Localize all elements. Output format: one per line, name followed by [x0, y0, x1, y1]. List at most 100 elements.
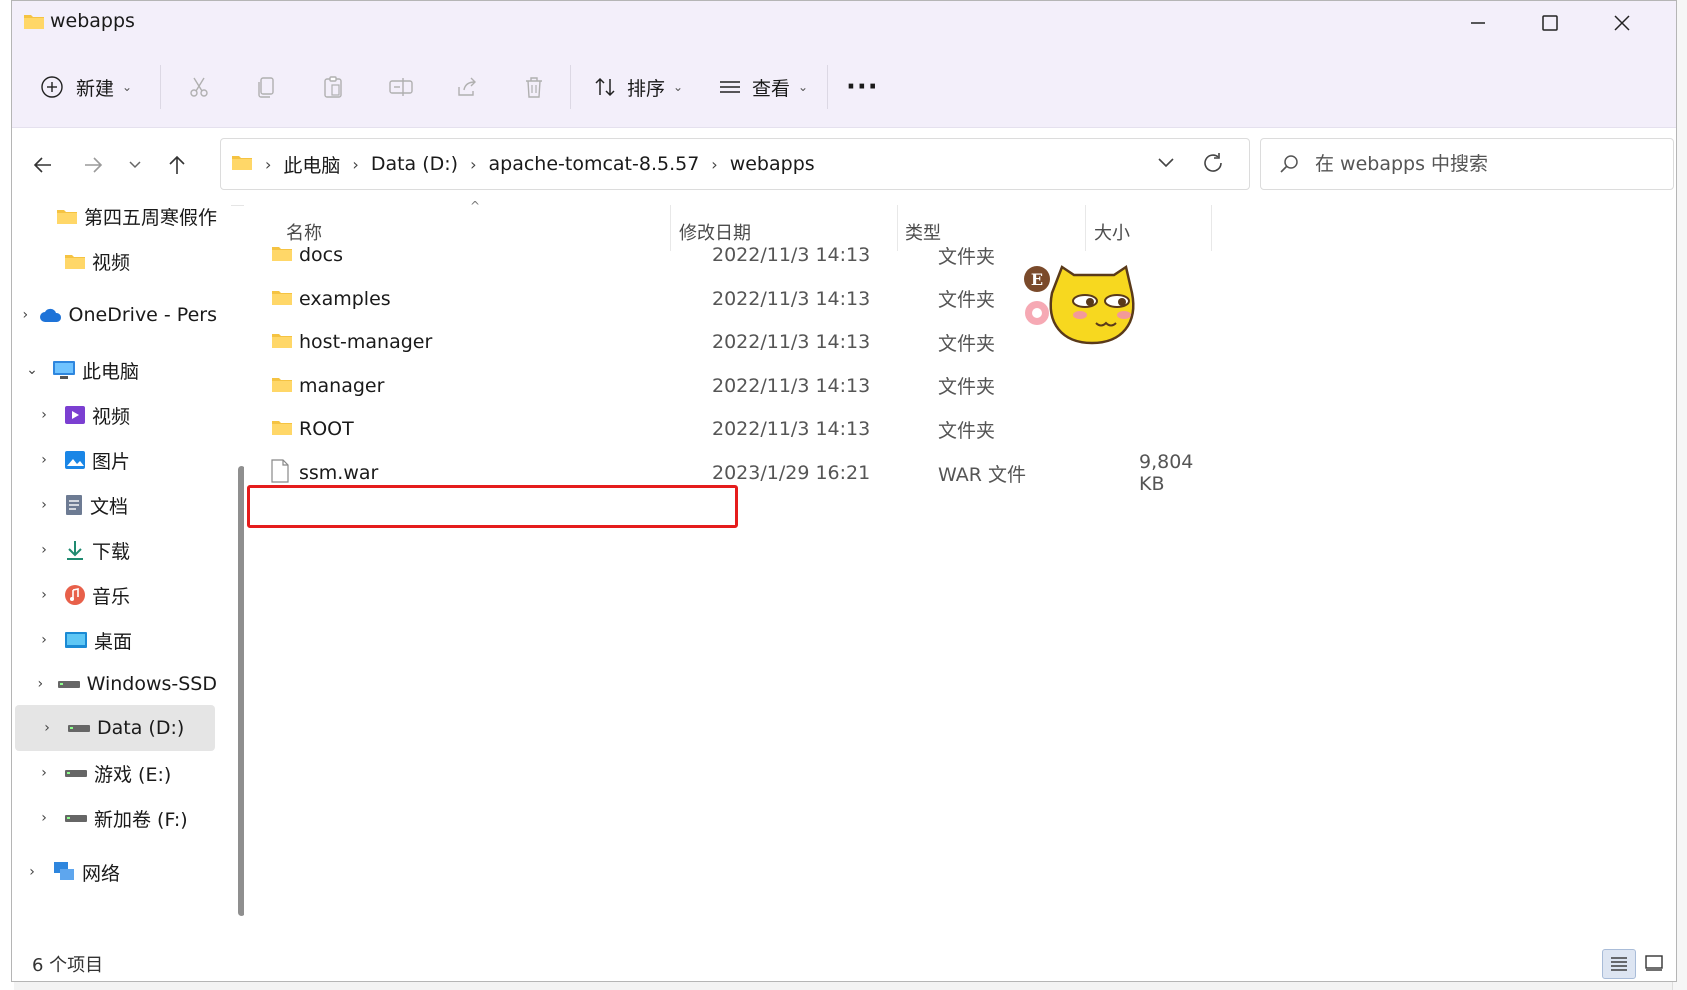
- delete-button[interactable]: [522, 67, 546, 107]
- sidebar-item[interactable]: › 视频: [12, 392, 217, 438]
- file-name: examples: [299, 287, 391, 310]
- chevron-right-icon[interactable]: ›: [34, 452, 54, 468]
- chevron-right-icon[interactable]: ›: [22, 864, 42, 880]
- more-options-button[interactable]: ···: [846, 67, 879, 107]
- sidebar-item[interactable]: › OneDrive - Pers: [12, 292, 217, 338]
- breadcrumb-tomcat[interactable]: apache-tomcat-8.5.57: [489, 153, 700, 175]
- file-row[interactable]: host-manager 2022/11/3 14:13 文件夹: [259, 320, 1429, 364]
- close-button[interactable]: [1592, 3, 1652, 43]
- list-view-icon: [1611, 957, 1627, 971]
- file-size: [1139, 407, 1219, 451]
- paste-button[interactable]: [321, 67, 345, 107]
- rename-button[interactable]: [388, 67, 414, 107]
- cut-button[interactable]: [187, 67, 211, 107]
- minimize-button[interactable]: [1448, 3, 1508, 43]
- refresh-button[interactable]: [1201, 151, 1225, 180]
- chevron-down-icon: ⌄: [673, 80, 684, 94]
- chevron-down-icon[interactable]: ⌄: [22, 362, 42, 378]
- pictures-icon: [64, 450, 86, 470]
- chevron-down-icon: ⌄: [798, 80, 809, 94]
- address-bar[interactable]: › 此电脑 › Data (D:) › apache-tomcat-8.5.57…: [220, 138, 1250, 190]
- sidebar-item-label: 第四五周寒假作: [83, 206, 217, 229]
- sort-button[interactable]: 排序 ⌄: [593, 67, 683, 107]
- new-button[interactable]: 新建 ⌄: [40, 67, 132, 107]
- address-history-button[interactable]: [1156, 153, 1176, 178]
- chevron-right-icon[interactable]: ›: [34, 810, 54, 826]
- sidebar-item[interactable]: › Windows-SSD: [12, 661, 217, 707]
- cat-emoji-sticker: E: [1022, 253, 1162, 358]
- file-row[interactable]: docs 2022/11/3 14:13 文件夹: [259, 233, 1429, 277]
- rename-icon: [389, 78, 413, 96]
- file-date: 2023/1/29 16:21: [712, 462, 871, 484]
- folder-icon: [64, 252, 86, 270]
- chevron-right-icon[interactable]: ›: [22, 307, 29, 323]
- maximize-button[interactable]: [1520, 3, 1580, 43]
- status-bar: 6 个项目: [12, 945, 1676, 981]
- chevron-right-icon: ›: [470, 154, 477, 174]
- sidebar-item-label: 下载: [92, 540, 131, 563]
- forward-button[interactable]: [78, 150, 108, 180]
- sidebar-item[interactable]: › 下载: [12, 527, 217, 573]
- sidebar-item-label: 此电脑: [82, 360, 140, 383]
- sidebar-item[interactable]: 第四五周寒假作: [12, 205, 217, 239]
- file-row[interactable]: ssm.war 2023/1/29 16:21 WAR 文件 9,804 KB: [259, 451, 1429, 495]
- chevron-right-icon[interactable]: ›: [34, 676, 47, 692]
- folder-icon: [271, 375, 293, 398]
- tiles-view-icon: [1645, 955, 1663, 971]
- window-title: webapps: [50, 10, 135, 32]
- sidebar-item[interactable]: › 桌面: [12, 617, 217, 663]
- file-type: 文件夹: [938, 245, 996, 268]
- file-date: 2022/11/3 14:13: [712, 287, 871, 310]
- chevron-right-icon[interactable]: ›: [34, 407, 54, 423]
- recent-locations-button[interactable]: [120, 150, 150, 180]
- sidebar-item[interactable]: › 音乐: [12, 572, 217, 618]
- view-button[interactable]: 查看 ⌄: [718, 67, 808, 107]
- sidebar-item[interactable]: 视频: [12, 238, 217, 284]
- breadcrumb-this-pc[interactable]: 此电脑: [283, 151, 340, 178]
- plus-circle-icon: [41, 76, 63, 98]
- search-box[interactable]: [1260, 138, 1674, 190]
- view-label: 查看: [752, 77, 791, 100]
- drive-icon: [67, 721, 91, 735]
- sort-icon: [595, 77, 615, 97]
- folder-icon: [271, 331, 293, 354]
- video-icon: [64, 405, 86, 425]
- sticker-badge-letter: E: [1031, 270, 1043, 289]
- share-icon: [458, 77, 476, 96]
- chevron-right-icon[interactable]: ›: [34, 542, 54, 558]
- music-icon: [64, 584, 86, 606]
- chevron-right-icon[interactable]: ›: [34, 497, 54, 513]
- back-button[interactable]: [28, 150, 58, 180]
- sidebar-item-label: 图片: [92, 450, 131, 473]
- sidebar-item[interactable]: › 新加卷 (F:): [12, 795, 217, 841]
- drive-icon: [64, 811, 88, 825]
- breadcrumb-data-drive[interactable]: Data (D:): [371, 153, 458, 175]
- chevron-right-icon[interactable]: ›: [34, 587, 54, 603]
- file-row[interactable]: manager 2022/11/3 14:13 文件夹: [259, 364, 1429, 408]
- file-date: 2022/11/3 14:13: [712, 331, 871, 354]
- sidebar-item[interactable]: › 网络: [12, 849, 217, 895]
- command-bar: 新建 ⌄ 排序 ⌄ 查看 ⌄ ···: [12, 47, 1676, 128]
- sidebar-item[interactable]: ⌄ 此电脑: [12, 347, 217, 393]
- sidebar-item[interactable]: › Data (D:): [15, 705, 215, 751]
- sidebar-item-label: 网络: [82, 862, 121, 885]
- sidebar-item[interactable]: › 游戏 (E:): [12, 750, 217, 796]
- file-row[interactable]: examples 2022/11/3 14:13 文件夹: [259, 277, 1429, 321]
- chevron-right-icon[interactable]: ›: [34, 632, 54, 648]
- refresh-icon: [1204, 153, 1222, 172]
- toolbar-divider: [160, 65, 161, 109]
- sidebar-item-label: Data (D:): [97, 717, 185, 739]
- details-view-button[interactable]: [1602, 949, 1636, 979]
- file-row[interactable]: ROOT 2022/11/3 14:13 文件夹: [259, 407, 1429, 451]
- copy-button[interactable]: [254, 67, 278, 107]
- share-button[interactable]: [455, 67, 479, 107]
- sidebar-item[interactable]: › 图片: [12, 437, 217, 483]
- chevron-right-icon[interactable]: ›: [37, 720, 57, 736]
- tiles-view-button[interactable]: [1638, 949, 1670, 977]
- chevron-right-icon[interactable]: ›: [34, 765, 54, 781]
- search-input[interactable]: [1313, 152, 1647, 176]
- breadcrumb-webapps[interactable]: webapps: [730, 153, 815, 175]
- download-icon: [64, 539, 86, 561]
- up-button[interactable]: [162, 150, 192, 180]
- sidebar-item[interactable]: › 文档: [12, 482, 217, 528]
